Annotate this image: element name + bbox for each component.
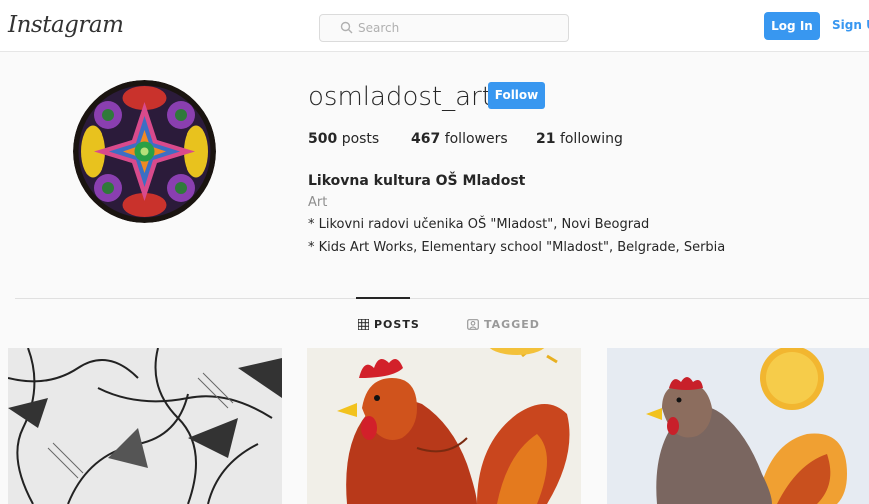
rooster-drawing-image — [307, 348, 581, 504]
hen-drawing-image — [607, 348, 869, 504]
posts-count-stat: 500 posts — [308, 131, 379, 147]
followers-count: 467 — [411, 131, 441, 147]
tab-tagged-label: TAGGED — [484, 318, 540, 331]
post-thumbnail-rooster[interactable] — [307, 348, 581, 504]
tabs-divider — [15, 298, 869, 299]
profile-avatar[interactable] — [73, 80, 216, 223]
tab-tagged[interactable]: TAGGED — [467, 318, 540, 331]
log-in-button[interactable]: Log In — [764, 12, 820, 40]
following-count: 21 — [536, 131, 556, 147]
follow-button[interactable]: Follow — [488, 82, 545, 109]
following-count-stat[interactable]: 21 following — [536, 131, 623, 147]
posts-label: posts — [341, 131, 380, 147]
tab-posts[interactable]: POSTS — [358, 318, 420, 331]
post-thumbnail-sketch[interactable] — [8, 348, 282, 504]
active-tab-indicator — [356, 297, 410, 299]
tab-posts-label: POSTS — [374, 318, 420, 331]
profile-full-name: Likovna kultura OŠ Mladost — [308, 173, 526, 189]
search-placeholder: Search — [358, 21, 400, 35]
sketch-drawing-image — [8, 348, 282, 504]
top-nav-bar: Instagram Search Log In Sign Up — [0, 0, 869, 52]
grid-icon — [358, 319, 369, 330]
post-thumbnail-hen[interactable] — [607, 348, 869, 504]
followers-label: followers — [444, 131, 508, 147]
followers-count-stat[interactable]: 467 followers — [411, 131, 508, 147]
instagram-logo[interactable]: Instagram — [8, 12, 124, 38]
profile-username: osmladost_art — [308, 82, 492, 112]
bio-line-2: * Kids Art Works, Elementary school "Mla… — [308, 240, 726, 255]
search-icon — [340, 21, 353, 34]
sign-up-link[interactable]: Sign Up — [832, 18, 869, 32]
bio-line-1: * Likovni radovi učenika OŠ "Mladost", N… — [308, 217, 650, 232]
search-input[interactable]: Search — [319, 14, 569, 42]
posts-count: 500 — [308, 131, 338, 147]
profile-category: Art — [308, 195, 328, 210]
tagged-icon — [467, 319, 479, 330]
mandala-avatar-image — [73, 80, 216, 223]
following-label: following — [559, 131, 623, 147]
